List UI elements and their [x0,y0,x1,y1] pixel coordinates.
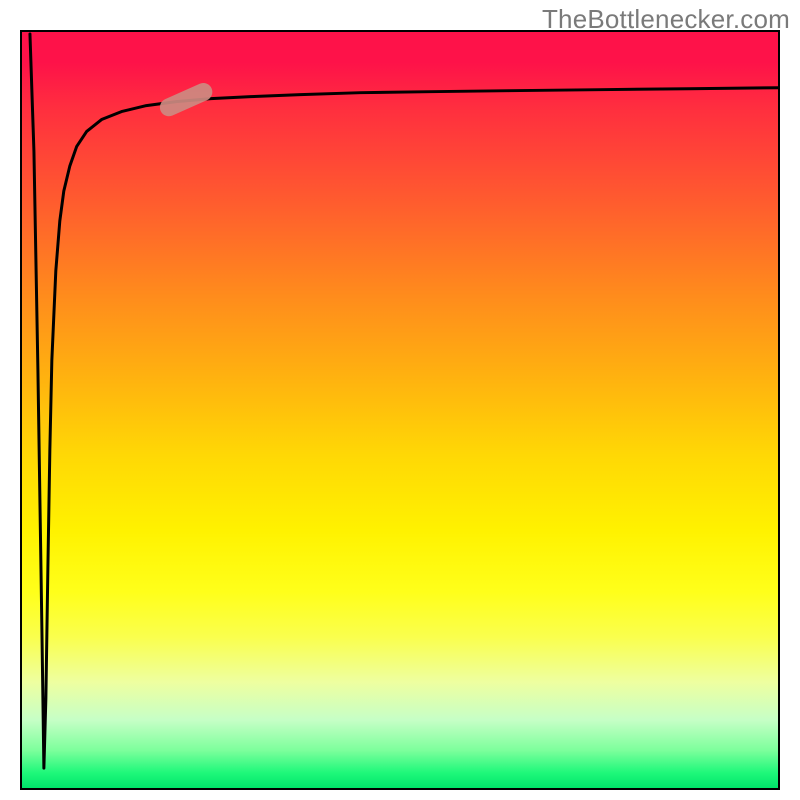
curve-marker [157,80,215,119]
bottleneck-curve [30,34,778,768]
curve-layer [22,32,778,788]
plot-area [20,30,780,790]
watermark-text: TheBottlenecker.com [542,4,790,35]
chart-stage: TheBottlenecker.com [0,0,800,800]
